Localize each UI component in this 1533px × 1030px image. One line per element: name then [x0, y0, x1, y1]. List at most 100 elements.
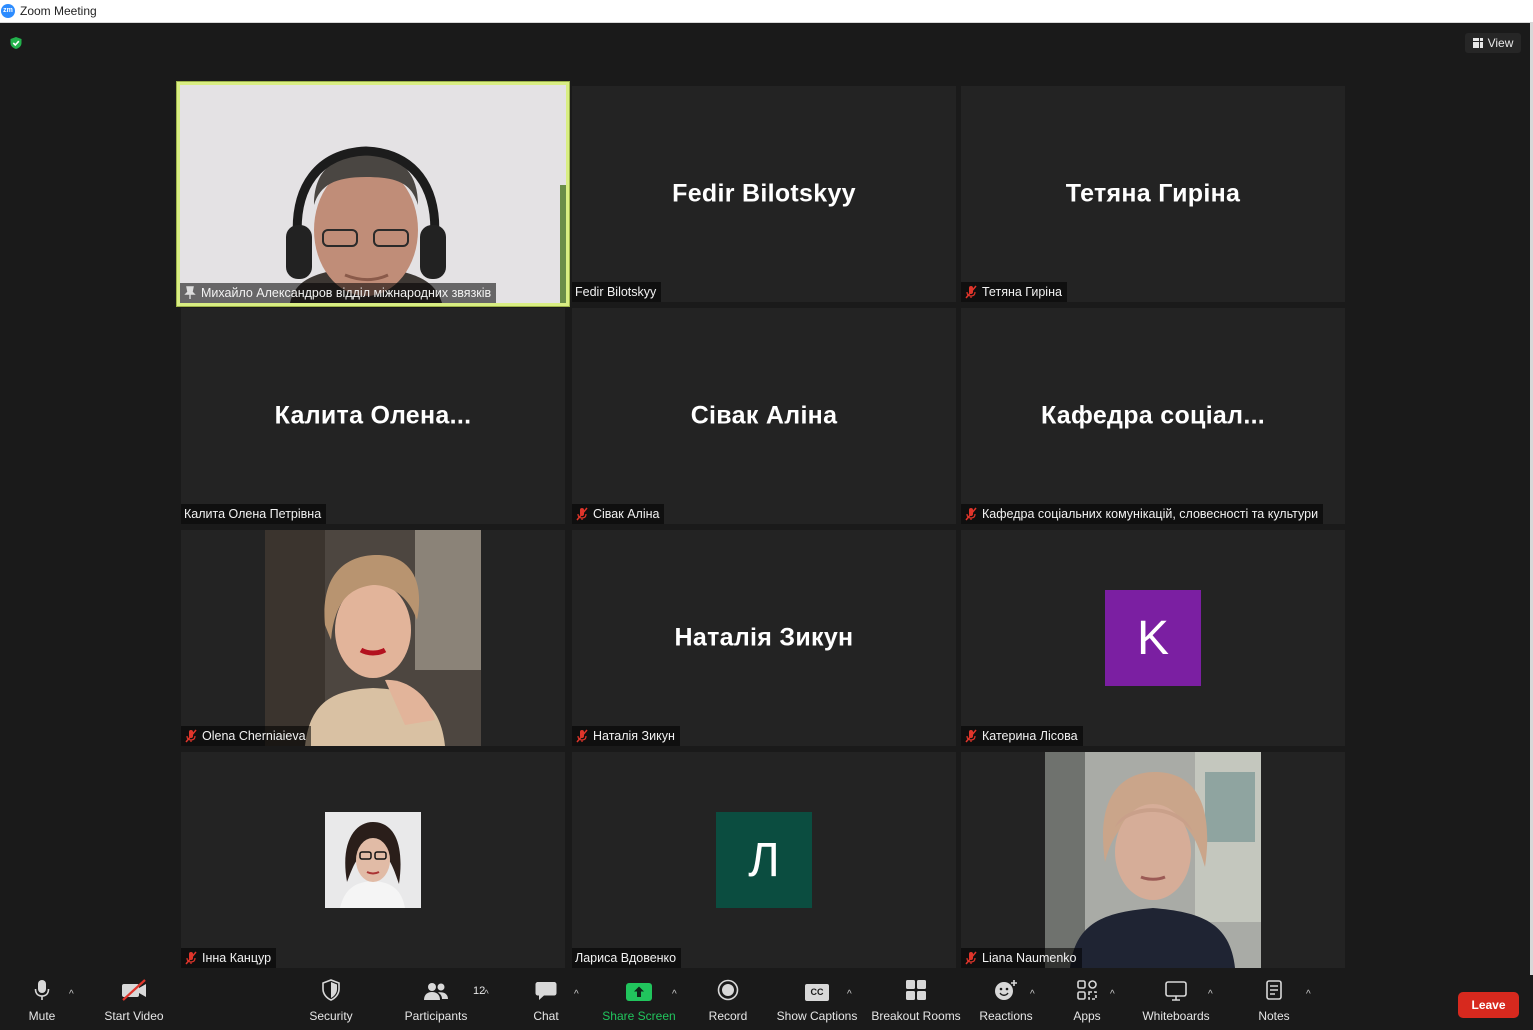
participant-tile[interactable]: Тетяна Гиріна Тетяна Гиріна [961, 86, 1345, 302]
participant-display-name: Сівак Аліна [690, 401, 838, 430]
muted-mic-icon [576, 729, 588, 743]
notes-button[interactable]: Notes [1255, 975, 1293, 1030]
participant-name-tag: Сівак Аліна [572, 504, 665, 524]
participant-name: Liana Naumenko [982, 951, 1077, 965]
participant-tile[interactable]: Olena Cherniaieva [181, 530, 565, 746]
reactions-emoji-icon [995, 980, 1017, 1000]
participants-button[interactable]: 12 Participants [402, 975, 485, 1030]
chat-bubble-icon [535, 982, 557, 1000]
participant-display-name: Наталія Зикун [674, 623, 854, 652]
muted-mic-icon [576, 507, 588, 521]
participant-name: Fedir Bilotskyy [575, 285, 657, 299]
notes-icon [1266, 980, 1282, 1000]
participants-options-caret[interactable]: ^ [484, 989, 489, 1000]
participant-display-name: Кафедра соціал... [1040, 401, 1266, 430]
muted-mic-icon [965, 951, 977, 965]
muted-mic-icon [185, 951, 197, 965]
participant-avatar: Л [716, 812, 812, 908]
muted-mic-icon [185, 729, 197, 743]
apps-icon [1077, 980, 1097, 1000]
video-off-icon [122, 979, 146, 1001]
breakout-rooms-button[interactable]: Breakout Rooms [870, 975, 962, 1030]
participant-name-tag: Fedir Bilotskyy [572, 282, 662, 302]
apps-options-caret[interactable]: ^ [1110, 989, 1115, 1000]
leave-button[interactable]: Leave [1458, 992, 1519, 1018]
apps-button[interactable]: Apps [1070, 975, 1104, 1030]
muted-mic-icon [965, 285, 977, 299]
participant-profile-photo [1045, 752, 1261, 968]
grid-view-icon [1472, 38, 1483, 48]
record-icon [717, 979, 739, 1001]
pin-icon [184, 286, 196, 299]
participant-tile[interactable]: Наталія Зикун Наталія Зикун [572, 530, 956, 746]
participant-tile[interactable]: Інна Канцур [181, 752, 565, 968]
participant-name: Інна Канцур [202, 951, 272, 965]
participant-name-tag: Калита Олена Петрівна [181, 504, 327, 524]
security-button[interactable]: Security [305, 975, 357, 1030]
chat-button[interactable]: Chat [530, 975, 562, 1030]
participant-profile-photo [265, 530, 481, 746]
share-options-caret[interactable]: ^ [672, 989, 677, 1000]
participant-video [180, 85, 566, 303]
participant-name: Olena Cherniaieva [202, 729, 306, 743]
participant-name: Наталія Зикун [593, 729, 675, 743]
muted-mic-icon [965, 729, 977, 743]
view-button[interactable]: View [1465, 33, 1521, 53]
participant-name-tag: Михайло Александров відділ міжнародних з… [180, 283, 497, 303]
breakout-rooms-icon [906, 980, 926, 1000]
participant-tile[interactable]: Л Лариса Вдовенко [572, 752, 956, 968]
participant-display-name: Калита Олена... [274, 401, 472, 430]
encryption-shield-icon[interactable] [9, 36, 23, 50]
participant-name: Калита Олена Петрівна [184, 507, 322, 521]
microphone-icon [34, 980, 50, 1000]
record-button[interactable]: Record [706, 975, 750, 1030]
participant-name-tag: Наталія Зикун [572, 726, 680, 746]
mute-button[interactable]: Mute [20, 975, 64, 1030]
share-screen-button[interactable]: Share Screen [600, 975, 678, 1030]
start-video-button[interactable]: Start Video [100, 975, 168, 1030]
participant-name: Лариса Вдовенко [575, 951, 677, 965]
muted-mic-icon [965, 507, 977, 521]
window-titlebar: zm Zoom Meeting [0, 0, 1533, 23]
participant-name-tag: Катерина Лісова [961, 726, 1083, 746]
participant-name: Сівак Аліна [593, 507, 660, 521]
participant-name-tag: Тетяна Гиріна [961, 282, 1067, 302]
notes-options-caret[interactable]: ^ [1306, 989, 1311, 1000]
share-screen-icon [626, 983, 652, 1001]
reactions-button[interactable]: Reactions [978, 975, 1034, 1030]
closed-captions-icon: CC [805, 984, 829, 1001]
whiteboard-icon [1165, 981, 1187, 1001]
participant-tile-active-speaker[interactable]: Михайло Александров відділ міжнародних з… [176, 81, 570, 307]
participant-avatar: K [1105, 590, 1201, 686]
whiteboards-options-caret[interactable]: ^ [1208, 989, 1213, 1000]
zoom-logo-icon: zm [1, 4, 15, 18]
participant-profile-photo [325, 812, 421, 908]
security-shield-icon [322, 979, 340, 1001]
participant-tile[interactable]: Сівак Аліна Сівак Аліна [572, 308, 956, 524]
participant-name-tag: Кафедра соціальних комунікацій, словесно… [961, 504, 1324, 524]
show-captions-button[interactable]: CC Show Captions [775, 975, 859, 1030]
participant-name: Тетяна Гиріна [982, 285, 1062, 299]
view-label: View [1487, 36, 1514, 50]
participant-display-name: Fedir Bilotskyy [672, 179, 856, 208]
participant-tile[interactable]: K Катерина Лісова [961, 530, 1345, 746]
mute-options-caret[interactable]: ^ [69, 989, 74, 1000]
whiteboards-button[interactable]: Whiteboards [1140, 975, 1212, 1030]
captions-options-caret[interactable]: ^ [847, 989, 852, 1000]
participant-name-tag: Інна Канцур [181, 948, 277, 968]
participant-name-tag: Olena Cherniaieva [181, 726, 311, 746]
participants-icon [424, 983, 448, 1000]
participant-display-name: Тетяна Гиріна [1065, 179, 1241, 208]
reactions-options-caret[interactable]: ^ [1030, 989, 1035, 1000]
participant-tile[interactable]: Liana Naumenko [961, 752, 1345, 968]
participant-name-tag: Liana Naumenko [961, 948, 1082, 968]
participant-name-tag: Лариса Вдовенко [572, 948, 682, 968]
meeting-toolbar: Mute ^ Start Video Security 12 Participa… [0, 975, 1533, 1030]
window-title: Zoom Meeting [20, 4, 97, 18]
participant-name: Михайло Александров відділ міжнародних з… [201, 286, 492, 300]
participant-tile[interactable]: Fedir Bilotskyy Fedir Bilotskyy [572, 86, 956, 302]
participant-name: Катерина Лісова [982, 729, 1078, 743]
participant-tile[interactable]: Калита Олена... Калита Олена Петрівна [181, 308, 565, 524]
chat-options-caret[interactable]: ^ [574, 989, 579, 1000]
participant-tile[interactable]: Кафедра соціал... Кафедра соціальних ком… [961, 308, 1345, 524]
